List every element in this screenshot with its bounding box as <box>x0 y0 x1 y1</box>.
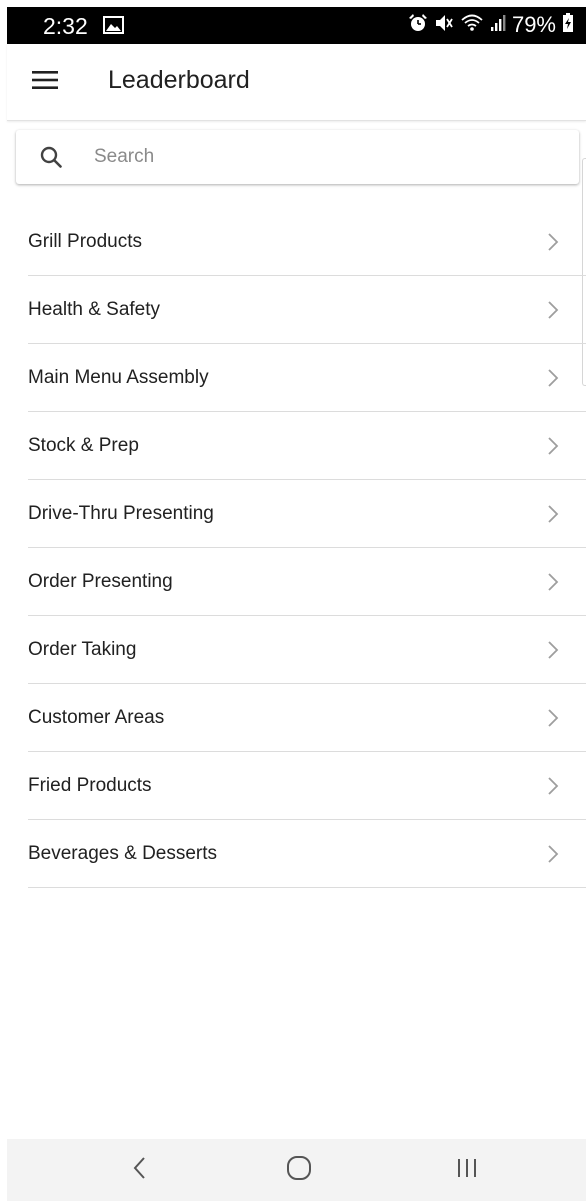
gallery-icon <box>103 16 124 39</box>
category-label: Order Presenting <box>28 571 173 592</box>
status-time: 2:32 <box>43 13 88 39</box>
search-input[interactable] <box>94 138 554 176</box>
category-label: Main Menu Assembly <box>28 367 209 388</box>
category-label: Grill Products <box>28 231 143 252</box>
category-label: Customer Areas <box>28 707 165 728</box>
wifi-icon <box>460 13 484 38</box>
status-bar: 2:32 79% <box>7 7 586 44</box>
category-label: Beverages & Desserts <box>28 843 218 864</box>
status-icons: 79% <box>408 12 574 38</box>
recent-apps-button[interactable] <box>447 1153 487 1187</box>
chevron-right-icon <box>547 640 559 665</box>
search-box[interactable] <box>16 130 579 184</box>
category-item[interactable]: Drive-Thru Presenting <box>28 480 586 548</box>
category-item[interactable]: Stock & Prep <box>28 412 586 480</box>
category-item[interactable]: Health & Safety <box>28 276 586 344</box>
hamburger-menu-icon <box>32 70 58 94</box>
chevron-right-icon <box>547 776 559 801</box>
home-icon <box>286 1155 312 1186</box>
battery-icon <box>562 12 574 38</box>
category-label: Stock & Prep <box>28 435 139 456</box>
category-item[interactable]: Main Menu Assembly <box>28 344 586 412</box>
mute-icon <box>434 13 454 38</box>
signal-icon <box>490 14 506 37</box>
alarm-icon <box>408 13 428 38</box>
back-button[interactable] <box>120 1153 160 1187</box>
app-bar: Leaderboard <box>7 44 586 121</box>
chevron-right-icon <box>547 232 559 257</box>
menu-button[interactable] <box>25 64 65 100</box>
category-item[interactable]: Order Presenting <box>28 548 586 616</box>
search-icon <box>40 146 62 173</box>
back-icon <box>133 1156 147 1185</box>
category-list: Grill Products Health & Safety Main Menu A… <box>28 208 586 888</box>
page-title: Leaderboard <box>108 66 250 94</box>
category-label: Health & Safety <box>28 299 161 320</box>
navigation-bar <box>7 1139 586 1201</box>
category-item[interactable]: Grill Products <box>28 208 586 276</box>
chevron-right-icon <box>547 504 559 529</box>
category-item[interactable]: Fried Products <box>28 752 586 820</box>
home-button[interactable] <box>279 1153 319 1187</box>
category-item[interactable]: Order Taking <box>28 616 586 684</box>
chevron-right-icon <box>547 368 559 393</box>
chevron-right-icon <box>547 572 559 597</box>
category-item[interactable]: Beverages & Desserts <box>28 820 586 888</box>
category-label: Drive-Thru Presenting <box>28 503 214 524</box>
category-item[interactable]: Customer Areas <box>28 684 586 752</box>
battery-percent: 79% <box>511 12 556 37</box>
category-label: Fried Products <box>28 775 152 796</box>
category-label: Order Taking <box>28 639 137 660</box>
chevron-right-icon <box>547 300 559 325</box>
chevron-right-icon <box>547 708 559 733</box>
recent-apps-icon <box>456 1157 478 1184</box>
chevron-right-icon <box>547 844 559 869</box>
chevron-right-icon <box>547 436 559 461</box>
